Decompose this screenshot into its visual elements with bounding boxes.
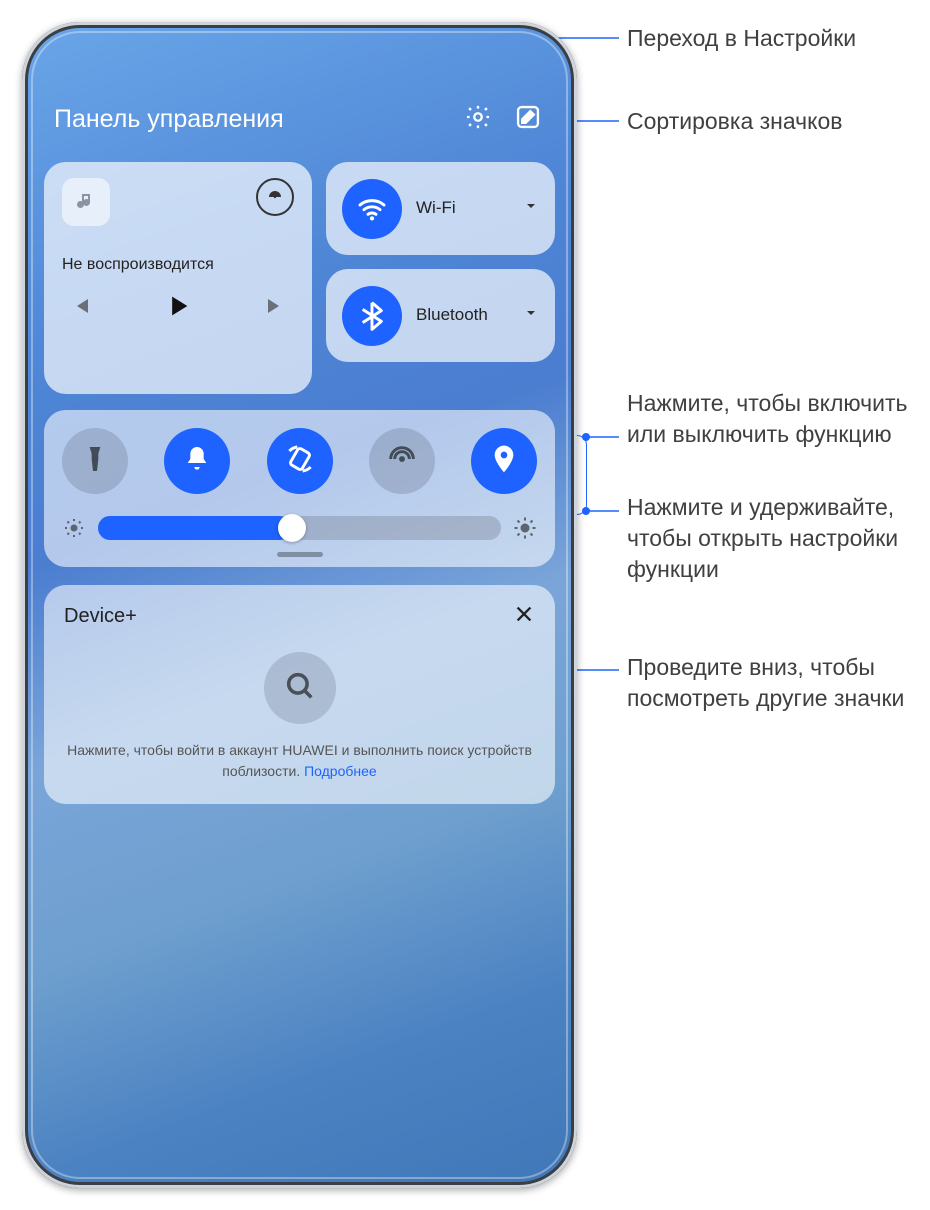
slider-thumb[interactable] [278, 514, 306, 542]
close-button[interactable] [513, 603, 535, 630]
brightness-high-icon [513, 516, 537, 540]
music-status: Не воспроизводится [62, 256, 294, 274]
edit-sort-button[interactable] [511, 102, 545, 136]
edit-icon [514, 103, 542, 136]
location-icon [488, 443, 520, 480]
wifi-tile[interactable]: Wi-Fi [326, 162, 555, 255]
brightness-low-icon [62, 516, 86, 540]
next-track-button[interactable] [264, 294, 288, 323]
phone-mockup: Панель управления [22, 22, 577, 1188]
brightness-slider[interactable] [98, 516, 501, 540]
device-plus-hint: Нажмите, чтобы войти в аккаунт HUAWEI и … [64, 740, 535, 782]
drag-handle[interactable] [277, 552, 323, 557]
wifi-icon [342, 179, 402, 239]
search-devices-button[interactable] [264, 652, 336, 724]
learn-more-link[interactable]: Подробнее [304, 763, 377, 779]
quick-toggles-panel [44, 410, 555, 567]
cast-icon[interactable] [256, 178, 294, 216]
bluetooth-icon [342, 286, 402, 346]
hotspot-icon [386, 443, 418, 480]
hotspot-toggle[interactable] [369, 428, 435, 494]
auto-rotate-toggle[interactable] [267, 428, 333, 494]
search-icon [283, 669, 317, 708]
bell-icon [181, 443, 213, 480]
rotate-icon [284, 443, 316, 480]
sound-toggle[interactable] [164, 428, 230, 494]
chevron-down-icon[interactable] [523, 305, 539, 326]
device-plus-panel: Device+ Нажмите, чтобы войти в аккаунт H… [44, 585, 555, 804]
location-toggle[interactable] [471, 428, 537, 494]
torch-icon [79, 443, 111, 480]
chevron-down-icon[interactable] [523, 198, 539, 219]
bluetooth-tile[interactable]: Bluetooth [326, 269, 555, 362]
music-note-icon [62, 178, 110, 226]
play-button[interactable] [164, 292, 192, 325]
music-widget[interactable]: Не воспроизводится [44, 162, 312, 394]
gear-icon [464, 103, 492, 136]
prev-track-button[interactable] [68, 294, 92, 323]
bluetooth-label: Bluetooth [416, 306, 509, 325]
page-title: Панель управления [54, 105, 445, 134]
torch-toggle[interactable] [62, 428, 128, 494]
device-plus-title: Device+ [64, 605, 137, 628]
settings-button[interactable] [461, 102, 495, 136]
wifi-label: Wi-Fi [416, 199, 509, 218]
